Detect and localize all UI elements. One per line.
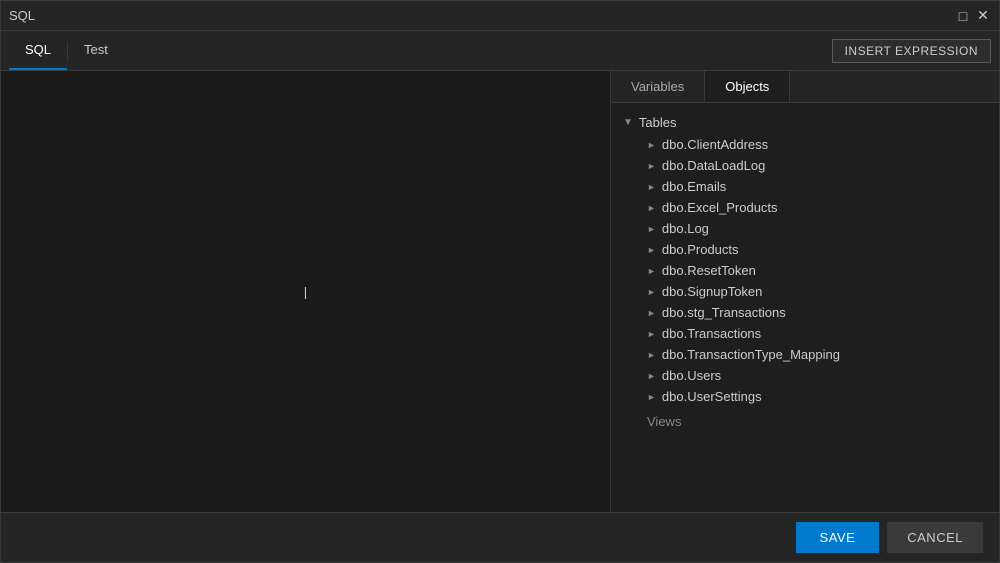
item-arrow-icon: ►	[647, 371, 656, 381]
list-item[interactable]: ► dbo.Products	[611, 239, 999, 260]
panel-tabs: Variables Objects	[611, 71, 999, 103]
tab-variables[interactable]: Variables	[611, 71, 705, 102]
list-item[interactable]: ► dbo.Log	[611, 218, 999, 239]
tables-label: Tables	[639, 115, 677, 130]
list-item[interactable]: ► dbo.DataLoadLog	[611, 155, 999, 176]
sql-window: SQL □ ✕ SQL Test INSERT EXPRESSION |	[0, 0, 1000, 563]
window-title: SQL	[9, 8, 35, 23]
item-arrow-icon: ►	[647, 266, 656, 276]
title-bar: SQL □ ✕	[1, 1, 999, 31]
footer: SAVE CANCEL	[1, 512, 999, 562]
tab-test[interactable]: Test	[68, 31, 124, 70]
save-button[interactable]: SAVE	[796, 522, 880, 553]
item-arrow-icon: ►	[647, 224, 656, 234]
item-arrow-icon: ►	[647, 161, 656, 171]
list-item[interactable]: ► dbo.TransactionType_Mapping	[611, 344, 999, 365]
toolbar: SQL Test INSERT EXPRESSION	[1, 31, 999, 71]
item-arrow-icon: ►	[647, 392, 656, 402]
list-item[interactable]: ► dbo.stg_Transactions	[611, 302, 999, 323]
item-arrow-icon: ►	[647, 350, 656, 360]
tab-sql[interactable]: SQL	[9, 31, 67, 70]
list-item[interactable]: ► dbo.SignupToken	[611, 281, 999, 302]
list-item[interactable]: ► dbo.Transactions	[611, 323, 999, 344]
minimize-button[interactable]: □	[955, 8, 971, 24]
tab-objects[interactable]: Objects	[705, 71, 790, 102]
close-button[interactable]: ✕	[975, 8, 991, 24]
tables-header[interactable]: ▼ Tables	[611, 111, 999, 134]
title-bar-controls: □ ✕	[955, 8, 991, 24]
item-arrow-icon: ►	[647, 287, 656, 297]
list-item[interactable]: ► dbo.Excel_Products	[611, 197, 999, 218]
title-bar-left: SQL	[9, 8, 35, 23]
views-label: Views	[611, 411, 999, 432]
tables-section: ▼ Tables ► dbo.ClientAddress ► dbo.DataL…	[611, 107, 999, 411]
item-arrow-icon: ►	[647, 140, 656, 150]
insert-expression-button[interactable]: INSERT EXPRESSION	[832, 39, 991, 63]
main-content: | Variables Objects ▼ Tables	[1, 71, 999, 512]
item-arrow-icon: ►	[647, 245, 656, 255]
item-arrow-icon: ►	[647, 308, 656, 318]
list-item[interactable]: ► dbo.ResetToken	[611, 260, 999, 281]
sql-editor-panel: |	[1, 71, 611, 512]
sql-editor-textarea[interactable]	[1, 71, 610, 512]
list-item[interactable]: ► dbo.ClientAddress	[611, 134, 999, 155]
item-arrow-icon: ►	[647, 182, 656, 192]
tables-expand-icon: ▼	[623, 117, 633, 128]
cancel-button[interactable]: CANCEL	[887, 522, 983, 553]
tabs-container: SQL Test	[9, 31, 124, 70]
item-arrow-icon: ►	[647, 203, 656, 213]
item-arrow-icon: ►	[647, 329, 656, 339]
right-panel: Variables Objects ▼ Tables ► dbo.ClientA…	[611, 71, 999, 512]
list-item[interactable]: ► dbo.Emails	[611, 176, 999, 197]
objects-tree[interactable]: ▼ Tables ► dbo.ClientAddress ► dbo.DataL…	[611, 103, 999, 512]
list-item[interactable]: ► dbo.Users	[611, 365, 999, 386]
list-item[interactable]: ► dbo.UserSettings	[611, 386, 999, 407]
